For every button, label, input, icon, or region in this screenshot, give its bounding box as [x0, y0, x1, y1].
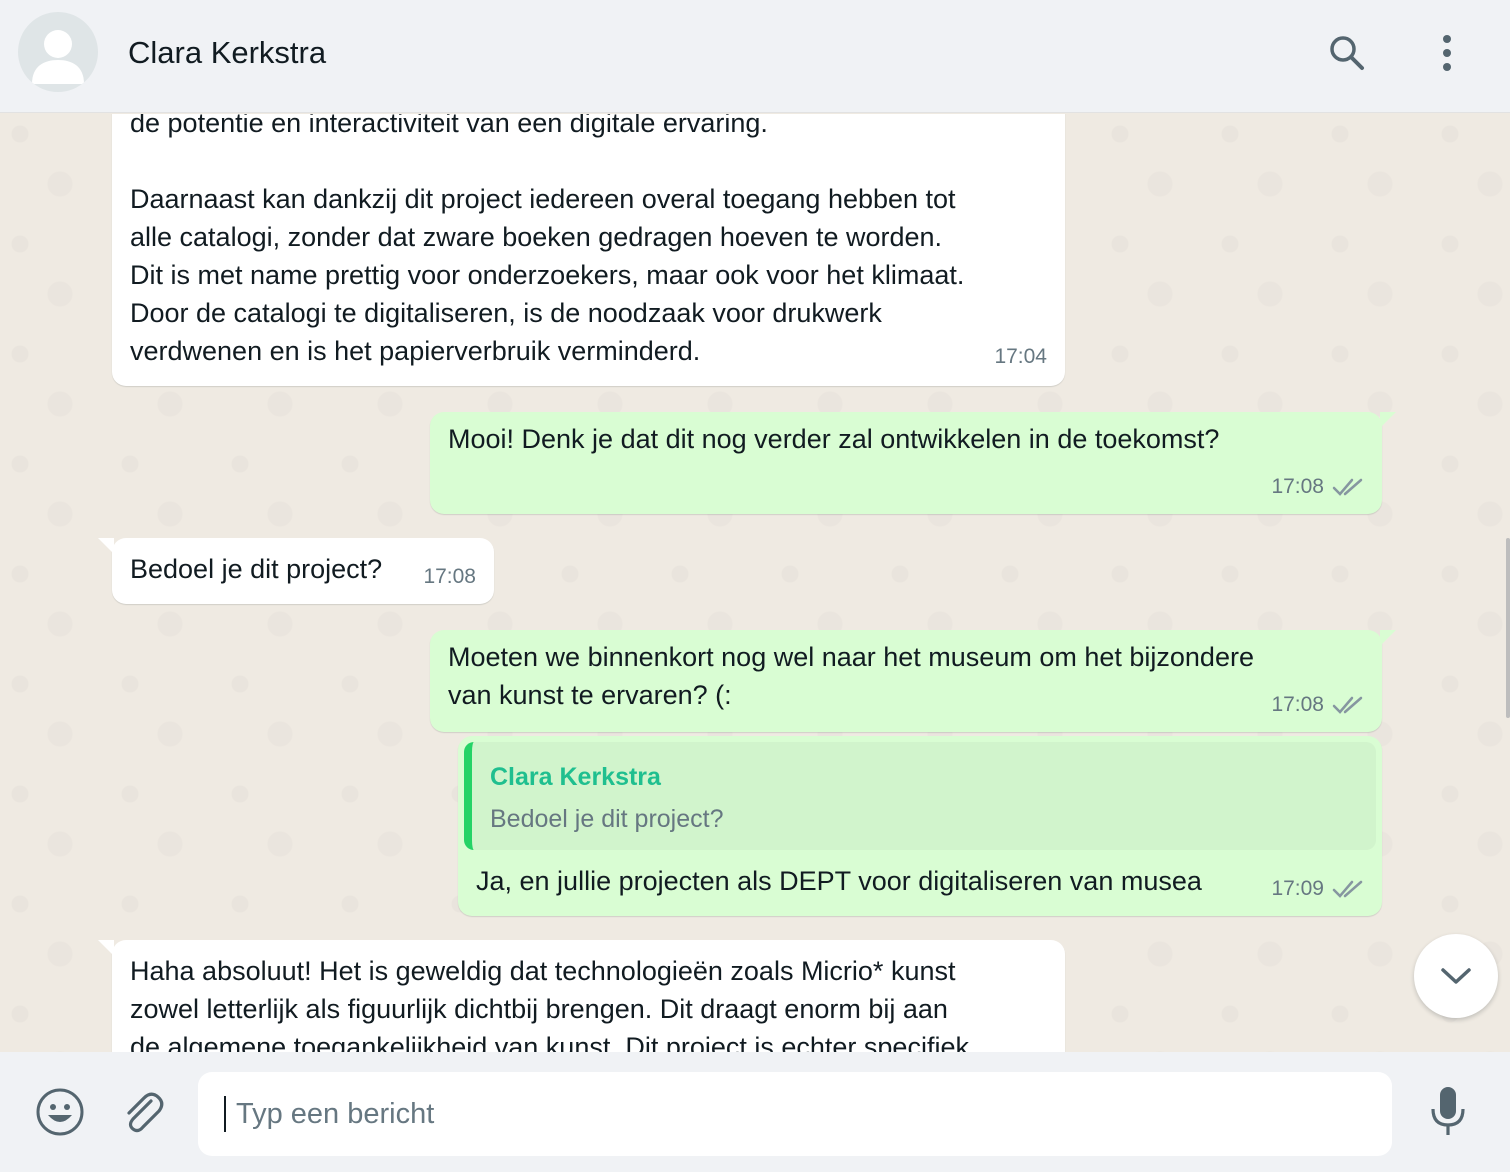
- message-meta: 17:04: [994, 338, 1047, 376]
- message-incoming[interactable]: Haha absoluut! Het is geweldig dat techn…: [98, 940, 1065, 1052]
- bubble-tail: [98, 940, 114, 956]
- menu-button[interactable]: [1422, 26, 1472, 80]
- message-incoming[interactable]: de potentie en interactiviteit van een d…: [112, 114, 1065, 386]
- message-meta: 17:08: [1271, 686, 1364, 724]
- double-check-icon: [1332, 880, 1363, 898]
- bubble-tail: [98, 538, 114, 554]
- message-list[interactable]: de potentie en interactiviteit van een d…: [0, 114, 1510, 1052]
- message-text: Mooi! Denk je dat dit nog verder zal ont…: [448, 424, 1220, 454]
- message-incoming[interactable]: Bedoel je dit project? 17:08: [98, 538, 494, 604]
- message-outgoing-reply[interactable]: Clara Kerkstra Bedoel je dit project? Ja…: [458, 736, 1382, 916]
- message-meta: 17:09: [1271, 870, 1364, 908]
- attach-button[interactable]: [112, 1082, 172, 1142]
- double-check-icon: [1332, 478, 1363, 496]
- quote-author: Clara Kerkstra: [490, 763, 661, 791]
- emoji-button[interactable]: [30, 1082, 90, 1142]
- message-text: Ja, en jullie projecten als DEPT voor di…: [476, 866, 1202, 896]
- quote-text: Bedoel je dit project?: [490, 805, 724, 833]
- microphone-icon: [1431, 1087, 1465, 1135]
- message-input[interactable]: Typ een bericht: [198, 1072, 1392, 1156]
- message-outgoing[interactable]: Moeten we binnenkort nog wel naar het mu…: [430, 630, 1396, 732]
- bubble-tail: [1380, 630, 1396, 646]
- more-vertical-icon: [1443, 35, 1451, 71]
- default-avatar-icon: [32, 30, 84, 84]
- scrollbar-thumb[interactable]: [1506, 538, 1510, 718]
- message-text: Haha absoluut! Het is geweldig dat techn…: [130, 956, 969, 1052]
- voice-message-button[interactable]: [1418, 1082, 1478, 1142]
- message-time: 17:09: [1271, 877, 1324, 900]
- chevron-down-icon: [1441, 968, 1471, 984]
- chat-header: Clara Kerkstra: [0, 0, 1510, 113]
- message-text: Bedoel je dit project?: [130, 554, 383, 584]
- quoted-message[interactable]: Clara Kerkstra Bedoel je dit project?: [464, 742, 1376, 850]
- bubble-tail: [1380, 412, 1396, 428]
- message-input-placeholder: Typ een bericht: [236, 1098, 435, 1130]
- text-caret: [224, 1096, 226, 1132]
- paperclip-icon: [127, 1092, 164, 1133]
- message-time: 17:08: [1271, 475, 1324, 498]
- double-check-icon: [1332, 696, 1363, 714]
- search-button[interactable]: [1322, 26, 1372, 80]
- scroll-to-bottom-button[interactable]: [1414, 934, 1498, 1018]
- contact-avatar[interactable]: [18, 12, 98, 92]
- message-text: Moeten we binnenkort nog wel naar het mu…: [448, 642, 1254, 710]
- message-meta: 17:08: [423, 558, 476, 596]
- message-composer: Typ een bericht: [0, 1052, 1510, 1172]
- message-time: 17:04: [994, 345, 1047, 368]
- message-outgoing[interactable]: Mooi! Denk je dat dit nog verder zal ont…: [430, 412, 1396, 514]
- message-time: 17:08: [1271, 693, 1324, 716]
- message-text: de potentie en interactiviteit van een d…: [130, 114, 965, 366]
- search-icon: [1330, 36, 1364, 70]
- message-time: 17:08: [423, 565, 476, 588]
- emoji-icon: [36, 1088, 84, 1136]
- contact-name[interactable]: Clara Kerkstra: [128, 34, 326, 72]
- message-meta: 17:08: [1271, 468, 1364, 506]
